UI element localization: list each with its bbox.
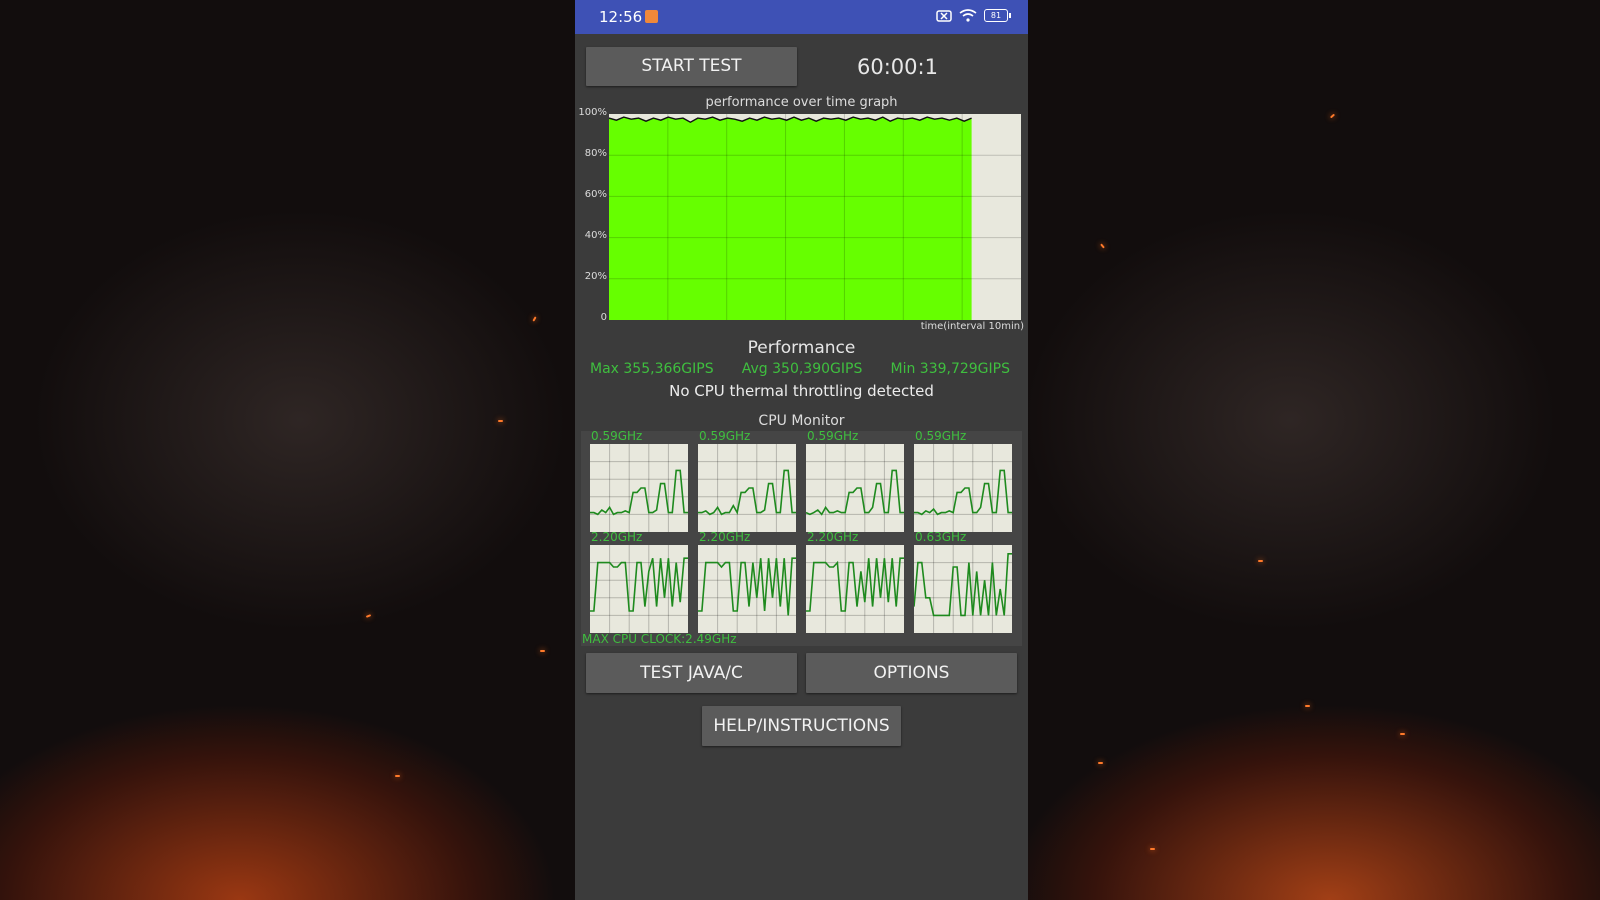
core-graph (698, 444, 796, 532)
core-activity-svg (806, 545, 904, 633)
core-frequency: 0.63GHz (915, 530, 967, 544)
core-graph (590, 444, 688, 532)
core-activity-svg (913, 545, 1012, 633)
core-graph (913, 545, 1012, 633)
core-frequency: 2.20GHz (591, 530, 643, 544)
min-gips: Min 339,729GIPS (890, 361, 1011, 377)
core-frequency: 2.20GHz (807, 530, 859, 544)
throttle-status: No CPU thermal throttling detected (669, 382, 934, 400)
max-gips: Max 355,366GIPS (590, 361, 714, 377)
core-activity-svg (914, 444, 1012, 532)
core-activity-svg (698, 545, 796, 633)
core-frequency: 0.59GHz (915, 429, 967, 443)
core-activity-line (914, 469, 1012, 516)
graph-title: performance over time graph (705, 95, 898, 110)
ember-spark (532, 316, 537, 322)
max-cpu-clock: MAX CPU CLOCK:2.49GHz (582, 632, 737, 646)
core-frequency: 0.59GHz (591, 429, 643, 443)
performance-area (609, 117, 972, 320)
core-activity-line (698, 469, 796, 516)
x-axis-label: time(interval 10min) (920, 321, 1024, 332)
y-tick-label: 80% (584, 148, 607, 159)
core-graph (914, 444, 1012, 532)
start-test-button[interactable]: START TEST (586, 47, 797, 86)
phone-screen: 12:56 81 START TEST 60:00:1 performance … (575, 0, 1028, 900)
core-activity-line (806, 557, 904, 612)
core-activity-line (698, 557, 796, 616)
ember-spark (1400, 733, 1405, 735)
test-java-c-button[interactable]: TEST JAVA/C (586, 653, 797, 693)
performance-title: Performance (747, 338, 856, 358)
core-activity-line (805, 469, 904, 516)
core-frequency: 0.59GHz (699, 429, 751, 443)
avg-gips: Avg 350,390GIPS (741, 361, 863, 377)
ember-spark (1150, 848, 1155, 850)
y-tick-label: 0 (600, 312, 607, 323)
status-bar: 12:56 81 (575, 0, 1028, 34)
core-graph (698, 545, 796, 633)
core-graph (805, 444, 904, 532)
performance-stats: Max 355,366GIPS Avg 350,390GIPS Min 339,… (590, 361, 1010, 377)
ember-spark (1329, 113, 1336, 119)
help-instructions-button[interactable]: HELP/INSTRUCTIONS (702, 706, 901, 746)
ember-spark (1258, 560, 1263, 562)
performance-graph-svg (608, 114, 1021, 320)
core-activity-svg (590, 444, 688, 532)
status-time: 12:56 (599, 8, 643, 26)
core-activity-line (590, 557, 688, 612)
y-tick-label: 20% (584, 271, 607, 282)
test-timer: 60:00:1 (857, 55, 938, 79)
no-sim-icon (936, 9, 952, 22)
ember-spark (540, 650, 545, 652)
core-activity-svg (805, 444, 904, 532)
ember-spark (1098, 762, 1103, 764)
y-tick-label: 40% (584, 230, 607, 241)
core-graph (590, 545, 688, 633)
y-tick-label: 60% (584, 189, 607, 200)
performance-graph (608, 114, 1021, 320)
ember-spark (1100, 243, 1105, 249)
core-activity-line (590, 469, 688, 516)
ember-spark (365, 614, 372, 618)
status-icons: 81 (936, 9, 1011, 22)
cpu-monitor-title: CPU Monitor (758, 413, 845, 429)
core-graph (806, 545, 904, 633)
core-activity-svg (698, 444, 796, 532)
core-frequency: 2.20GHz (699, 530, 751, 544)
options-button[interactable]: OPTIONS (806, 653, 1017, 693)
core-activity-svg (590, 545, 688, 633)
core-frequency: 0.59GHz (807, 429, 859, 443)
cpu-monitor-panel: 0.59GHz 0.59GHz 0.59GHz 0.59GHz 2.20GHz … (581, 429, 1022, 646)
ember-spark (1305, 705, 1310, 707)
battery-icon: 81 (984, 9, 1011, 22)
y-tick-label: 100% (578, 107, 607, 118)
wifi-icon (959, 9, 977, 22)
notification-icon (645, 10, 658, 23)
ember-spark (395, 775, 400, 777)
ember-spark (498, 420, 503, 422)
